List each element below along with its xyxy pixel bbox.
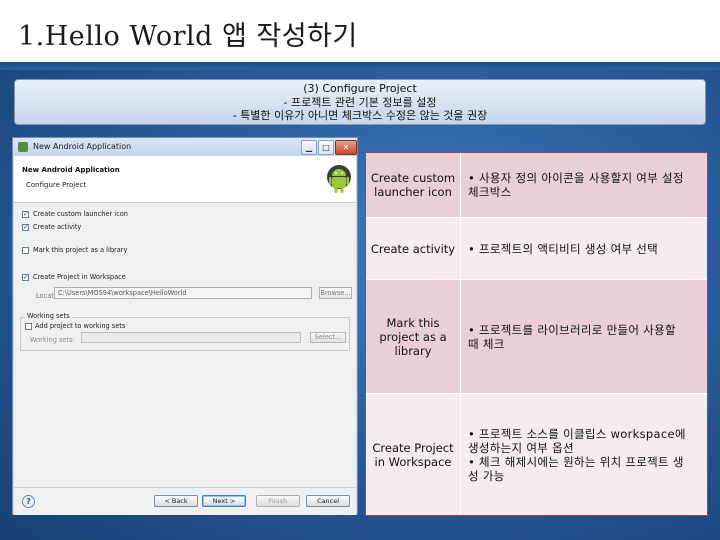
create-in-workspace-label: Create Project in Workspace [33, 273, 126, 281]
option-description-cell: • 프로젝트를 라이브러리로 만들어 사용할 때 체크 [462, 280, 707, 393]
description-line: • 프로젝트를 라이브러리로 만들어 사용할 [468, 322, 676, 337]
create-in-workspace-checkbox[interactable]: ✓ [22, 274, 29, 281]
cancel-button[interactable]: Cancel [306, 495, 350, 507]
description-line: • 프로젝트의 액티비티 생성 여부 선택 [468, 241, 659, 256]
table-row: Create Project in Workspace • 프로젝트 소스를 이… [366, 393, 707, 515]
slide-header: 1.Hello World 앱 작성하기 [0, 0, 720, 62]
create-activity-checkbox[interactable]: ✓ [22, 224, 29, 231]
select-working-sets-button[interactable]: Select... [310, 332, 346, 343]
working-sets-label: Working sets: [30, 336, 75, 344]
minimize-button[interactable]: ▁ [301, 140, 317, 155]
add-to-working-sets-label: Add project to working sets [35, 322, 126, 330]
working-sets-select[interactable] [81, 332, 301, 343]
banner-line-2: - 프로젝트 관련 기본 정보를 설정 [283, 95, 437, 109]
browse-button[interactable]: Browse... [319, 287, 352, 299]
wizard-body: ✓ Create custom launcher icon ✓ Create a… [14, 203, 356, 487]
description-line: • 사용자 정의 아이콘을 사용할지 여부 설정 [468, 171, 684, 185]
option-name-cell: Mark this project as a library [366, 280, 461, 393]
eclipse-app-icon [18, 142, 28, 152]
description-line: • 체크 해제시에는 원하는 위치 프로젝트 생 [468, 454, 684, 469]
dialog-titlebar[interactable]: New Android Application ▁ □ ✕ [13, 138, 357, 156]
description-line: 성 가능 [468, 468, 505, 483]
custom-launcher-icon-checkbox[interactable]: ✓ [22, 211, 29, 218]
new-android-application-dialog: New Android Application ▁ □ ✕ New Androi… [12, 137, 358, 515]
description-line: 생성하는지 여부 옵션 [468, 440, 574, 455]
android-robot-icon [327, 165, 351, 193]
option-description-cell: • 프로젝트 소스를 이클립스 workspace에 생성하는지 여부 옵션 •… [462, 394, 707, 515]
option-description-cell: • 프로젝트의 액티비티 생성 여부 선택 [462, 218, 707, 279]
banner-line-3: - 특별한 이유가 아니면 체크박스 수정은 않는 것을 권장 [232, 109, 488, 122]
table-row: Create custom launcher icon • 사용자 정의 아이콘… [366, 153, 707, 217]
description-line: 체크박스 [468, 185, 512, 199]
location-input[interactable]: C:\Users\MOS94\workspace\HelloWorld [54, 287, 312, 299]
add-to-working-sets-checkbox[interactable] [25, 323, 32, 330]
working-sets-title: Working sets [25, 312, 72, 320]
wizard-title: New Android Application [22, 166, 120, 174]
banner-line-1: (3) Configure Project [303, 82, 417, 95]
finish-button[interactable]: Finish [256, 495, 300, 507]
wizard-footer: ? < Back Next > Finish Cancel [14, 487, 356, 515]
option-name-cell: Create Project in Workspace [366, 394, 461, 515]
table-row: Create activity • 프로젝트의 액티비티 생성 여부 선택 [366, 217, 707, 279]
wizard-subtitle: Configure Project [26, 181, 87, 189]
help-icon[interactable]: ? [22, 495, 35, 508]
description-line: • 프로젝트 소스를 이클립스 workspace에 [468, 426, 686, 441]
table-row: Mark this project as a library • 프로젝트를 라… [366, 279, 707, 393]
wizard-header: New Android Application Configure Projec… [14, 156, 356, 203]
create-activity-label: Create activity [33, 223, 82, 231]
option-name-cell: Create custom launcher icon [366, 153, 461, 217]
custom-launcher-icon-label: Create custom launcher icon [33, 210, 128, 218]
back-button[interactable]: < Back [154, 495, 198, 507]
mark-library-checkbox[interactable] [22, 247, 29, 254]
description-line: 때 체크 [468, 336, 505, 351]
description-banner: (3) Configure Project - 프로젝트 관련 기본 정보를 설… [14, 79, 706, 125]
slide-title: 1.Hello World 앱 작성하기 [18, 21, 358, 52]
working-sets-group: Working sets Add project to working sets… [20, 312, 350, 351]
dialog-window-title: New Android Application [33, 142, 132, 151]
options-table: Create custom launcher icon • 사용자 정의 아이콘… [365, 152, 708, 516]
close-button[interactable]: ✕ [335, 140, 357, 155]
option-name-cell: Create activity [366, 218, 461, 279]
next-button[interactable]: Next > [202, 495, 246, 507]
maximize-button[interactable]: □ [318, 140, 334, 155]
header-divider [0, 62, 720, 70]
mark-library-label: Mark this project as a library [33, 246, 128, 254]
option-description-cell: • 사용자 정의 아이콘을 사용할지 여부 설정 체크박스 [462, 153, 707, 217]
